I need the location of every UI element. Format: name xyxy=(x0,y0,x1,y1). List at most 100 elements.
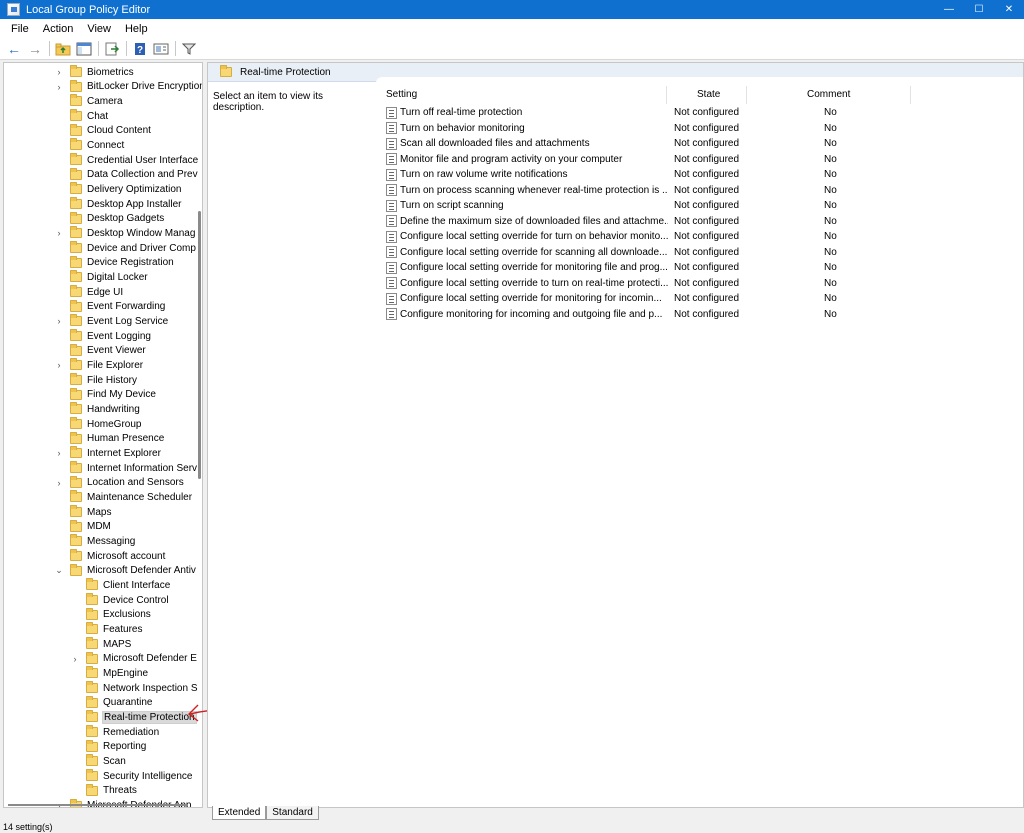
setting-row[interactable]: Configure local setting override to turn… xyxy=(376,276,1023,291)
close-button[interactable]: ✕ xyxy=(994,0,1024,19)
tree-item[interactable]: Find My Device xyxy=(54,387,156,402)
tree-item[interactable]: Digital Locker xyxy=(54,270,148,284)
tree-item[interactable]: Credential User Interface xyxy=(54,153,198,167)
expand-chevron-icon[interactable]: › xyxy=(54,316,64,326)
maximize-button[interactable]: ☐ xyxy=(964,0,994,19)
tree-item[interactable]: › Desktop Window Manag xyxy=(54,226,195,240)
tree-item[interactable]: › Location and Sensors xyxy=(54,475,184,490)
tree-item[interactable]: Network Inspection S xyxy=(70,681,198,695)
up-one-level-button[interactable] xyxy=(54,40,72,58)
expand-chevron-icon[interactable]: › xyxy=(54,82,64,92)
tree-item[interactable]: Device and Driver Comp xyxy=(54,241,196,255)
tree-item[interactable]: Device Control xyxy=(70,593,169,607)
tree-item[interactable]: Threats xyxy=(70,783,137,798)
tab-standard[interactable]: Standard xyxy=(266,806,319,820)
tree-item[interactable]: Edge UI xyxy=(54,285,123,299)
tree-item[interactable]: Features xyxy=(70,622,142,636)
tree-item[interactable]: Microsoft account xyxy=(54,549,165,563)
tree-item[interactable]: Real-time Protection xyxy=(70,710,197,724)
setting-row[interactable]: Configure local setting override for tur… xyxy=(376,229,1023,244)
setting-row[interactable]: Monitor file and program activity on you… xyxy=(376,152,1023,167)
tree-item[interactable]: Client Interface xyxy=(70,578,170,592)
tree-item[interactable]: Internet Information Serv xyxy=(54,461,197,475)
scrollbar-thumb[interactable] xyxy=(198,211,201,479)
tree-item[interactable]: Human Presence xyxy=(54,431,164,446)
column-divider[interactable] xyxy=(910,86,911,104)
column-divider[interactable] xyxy=(746,86,747,104)
tree-item[interactable]: Reporting xyxy=(70,739,146,754)
setting-row[interactable]: Turn on script scanning Not configured No xyxy=(376,198,1023,213)
tree-item[interactable]: › File Explorer xyxy=(54,358,143,372)
menu-file[interactable]: File xyxy=(4,23,36,35)
tree-item[interactable]: MpEngine xyxy=(70,666,148,680)
expand-chevron-icon[interactable]: › xyxy=(54,360,64,370)
setting-row[interactable]: Turn off real-time protection Not configu… xyxy=(376,105,1023,120)
column-divider[interactable] xyxy=(666,86,667,104)
show-hide-console-tree-button[interactable] xyxy=(75,40,93,58)
tree-item[interactable]: HomeGroup xyxy=(54,417,141,431)
expand-chevron-icon[interactable]: › xyxy=(54,67,64,77)
setting-row[interactable]: Configure local setting override for mon… xyxy=(376,291,1023,306)
setting-row[interactable]: Configure monitoring for incoming and ou… xyxy=(376,307,1023,322)
tree-item[interactable]: › Biometrics xyxy=(54,65,134,79)
expand-chevron-icon[interactable]: › xyxy=(70,654,80,664)
tree-item[interactable]: › Internet Explorer xyxy=(54,446,161,460)
forward-button[interactable]: → xyxy=(26,40,44,58)
tree-item[interactable]: Delivery Optimization xyxy=(54,182,181,196)
tree-item[interactable]: Handwriting xyxy=(54,402,140,416)
tab-extended[interactable]: Extended xyxy=(212,806,267,820)
scrollbar-thumb[interactable] xyxy=(8,804,188,806)
column-header-comment[interactable]: Comment xyxy=(807,89,850,100)
tree-item[interactable]: Cloud Content xyxy=(54,123,151,138)
tree-item[interactable]: MAPS xyxy=(70,637,131,651)
tree-item[interactable]: Connect xyxy=(54,138,124,152)
menu-help[interactable]: Help xyxy=(118,23,155,35)
tree-item[interactable]: Event Logging xyxy=(54,329,151,343)
tree-item[interactable]: Device Registration xyxy=(54,255,174,270)
expand-chevron-icon[interactable]: › xyxy=(54,478,64,488)
tree-item[interactable]: MDM xyxy=(54,519,111,534)
tree-item[interactable]: › Microsoft Defender E xyxy=(70,651,197,666)
help-button[interactable]: ? xyxy=(131,40,149,58)
setting-row[interactable]: Turn on raw volume write notifications No… xyxy=(376,167,1023,182)
column-header-setting[interactable]: Setting xyxy=(386,89,417,100)
minimize-button[interactable]: — xyxy=(934,0,964,19)
tree-item[interactable]: Quarantine xyxy=(70,695,152,710)
tree-item[interactable]: Security Intelligence xyxy=(70,769,193,783)
tree-item[interactable]: Remediation xyxy=(70,725,159,739)
tree-item[interactable]: Desktop Gadgets xyxy=(54,211,164,226)
tree-item[interactable]: Maps xyxy=(54,505,111,519)
collapse-chevron-icon[interactable]: ⌄ xyxy=(54,565,64,576)
tree-item[interactable]: › Event Log Service xyxy=(54,314,168,328)
back-button[interactable]: ← xyxy=(5,40,23,58)
setting-row[interactable]: Turn on process scanning whenever real-t… xyxy=(376,183,1023,198)
tree-item[interactable]: › BitLocker Drive Encryption xyxy=(54,79,202,94)
tree-item[interactable]: Event Forwarding xyxy=(54,299,165,314)
setting-row[interactable]: Define the maximum size of downloaded fi… xyxy=(376,214,1023,229)
tree-item[interactable]: Exclusions xyxy=(70,607,151,622)
setting-row[interactable]: Turn on behavior monitoring Not configure… xyxy=(376,121,1023,136)
tree-item[interactable]: Event Viewer xyxy=(54,343,146,358)
tree-horizontal-scrollbar[interactable] xyxy=(4,801,196,807)
tree-vertical-scrollbar[interactable] xyxy=(197,63,202,807)
tree-item[interactable]: Messaging xyxy=(54,534,135,548)
tree-item[interactable]: Chat xyxy=(54,109,108,123)
expand-chevron-icon[interactable]: › xyxy=(54,448,64,458)
setting-row[interactable]: Scan all downloaded files and attachment… xyxy=(376,136,1023,151)
menu-action[interactable]: Action xyxy=(36,23,81,35)
tree-item[interactable]: Camera xyxy=(54,94,123,108)
expand-chevron-icon[interactable]: › xyxy=(54,228,64,238)
tree-item[interactable]: File History xyxy=(54,373,137,387)
tree-item[interactable]: ⌄ Microsoft Defender Antiv xyxy=(54,563,196,578)
properties-button[interactable] xyxy=(152,40,170,58)
tree-item[interactable]: Maintenance Scheduler xyxy=(54,490,192,504)
export-list-button[interactable] xyxy=(103,40,121,58)
tree-item[interactable]: Data Collection and Prev xyxy=(54,167,198,182)
tree-item[interactable]: Scan xyxy=(70,754,126,768)
menu-view[interactable]: View xyxy=(80,23,118,35)
column-header-state[interactable]: State xyxy=(697,89,720,100)
tree-item[interactable]: Desktop App Installer xyxy=(54,197,182,211)
filter-button[interactable] xyxy=(180,40,198,58)
setting-row[interactable]: Configure local setting override for sca… xyxy=(376,245,1023,260)
setting-row[interactable]: Configure local setting override for mon… xyxy=(376,260,1023,275)
